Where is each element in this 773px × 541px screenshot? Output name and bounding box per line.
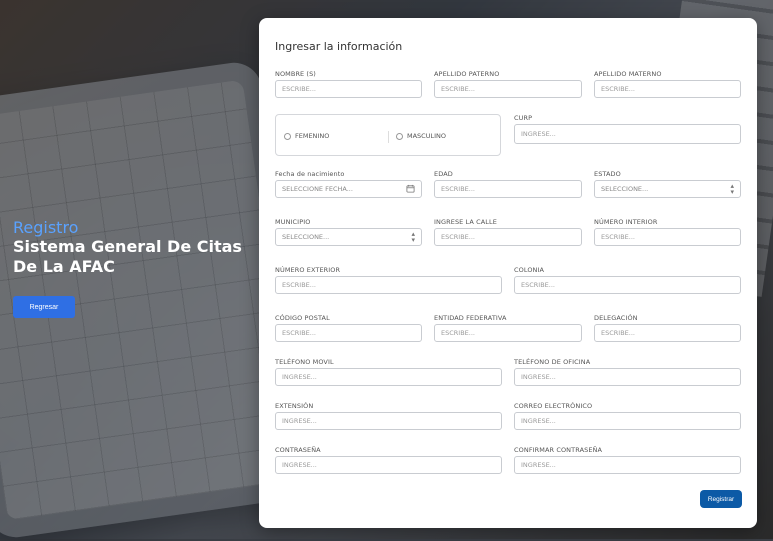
curp-label: CURP [514, 114, 533, 122]
telefono-movil-group: TELÉFONO MOVIL [275, 358, 502, 386]
fecha-nacimiento-group: Fecha de nacimiento SELECCIONE FECHA... [275, 170, 422, 198]
apellido-paterno-input[interactable] [434, 80, 582, 98]
radio-icon[interactable] [284, 132, 291, 140]
entidad-federativa-group: ENTIDAD FEDERATIVA [434, 314, 582, 342]
delegacion-group: DELEGACIÓN [594, 314, 741, 342]
back-button[interactable]: Regresar [13, 296, 75, 318]
confirmar-contrasena-group: CONFIRMAR CONTRASEÑA [514, 446, 741, 474]
confirmar-contrasena-label: CONFIRMAR CONTRASEÑA [514, 446, 603, 454]
numero-interior-input[interactable] [594, 228, 741, 246]
edad-group: EDAD [434, 170, 582, 198]
apellido-paterno-group: APELLIDO PATERNO [434, 70, 582, 98]
gender-male-option[interactable]: MASCULINO [396, 132, 446, 140]
entidad-federativa-input[interactable] [434, 324, 582, 342]
estado-label: ESTADO [594, 170, 621, 178]
form-title: Ingresar la información [275, 40, 403, 53]
fecha-nacimiento-picker[interactable]: SELECCIONE FECHA... [275, 180, 422, 198]
calendar-icon[interactable] [406, 184, 415, 193]
select-arrows-icon: ▴ ▾ [730, 182, 734, 196]
extension-input[interactable] [275, 412, 502, 430]
telefono-movil-input[interactable] [275, 368, 502, 386]
delegacion-input[interactable] [594, 324, 741, 342]
contrasena-input[interactable] [275, 456, 502, 474]
nombre-input[interactable] [275, 80, 422, 98]
municipio-select[interactable]: SELECCIONE... ▴ ▾ [275, 228, 422, 246]
fecha-nacimiento-placeholder: SELECCIONE FECHA... [282, 185, 353, 193]
estado-group: ESTADO SELECCIONE... ▴ ▾ [594, 170, 741, 198]
hero-subtitle: Registro [13, 218, 79, 237]
gender-female-option[interactable]: FEMENINO [284, 132, 329, 140]
colonia-input[interactable] [514, 276, 741, 294]
fecha-nacimiento-label: Fecha de nacimiento [275, 170, 345, 178]
gender-selector: FEMENINO MASCULINO [275, 114, 501, 156]
telefono-movil-label: TELÉFONO MOVIL [275, 358, 334, 366]
numero-exterior-label: NÚMERO EXTERIOR [275, 266, 341, 274]
hero-section: Registro Sistema General De Citas De La … [13, 218, 248, 318]
gender-male-label: MASCULINO [407, 132, 446, 140]
select-arrows-icon: ▴ ▾ [411, 230, 415, 244]
entidad-federativa-label: ENTIDAD FEDERATIVA [434, 314, 507, 322]
nombre-label: NOMBRE (S) [275, 70, 316, 78]
curp-input[interactable] [514, 124, 741, 144]
estado-select[interactable]: SELECCIONE... ▴ ▾ [594, 180, 741, 198]
numero-exterior-input[interactable] [275, 276, 502, 294]
estado-placeholder: SELECCIONE... [601, 185, 649, 193]
calle-group: INGRESE LA CALLE [434, 218, 582, 246]
numero-interior-label: NÚMERO INTERIOR [594, 218, 658, 226]
municipio-group: MUNICIPIO SELECCIONE... ▴ ▾ [275, 218, 422, 246]
codigo-postal-input[interactable] [275, 324, 422, 342]
correo-group: CORREO ELECTRÓNICO [514, 402, 741, 430]
numero-interior-group: NÚMERO INTERIOR [594, 218, 741, 246]
correo-input[interactable] [514, 412, 741, 430]
telefono-oficina-input[interactable] [514, 368, 741, 386]
municipio-label: MUNICIPIO [275, 218, 311, 226]
radio-icon[interactable] [396, 132, 403, 140]
registration-form: Ingresar la información NOMBRE (S) APELL… [259, 18, 757, 528]
gender-divider [388, 131, 389, 143]
apellido-materno-label: APELLIDO MATERNO [594, 70, 662, 78]
codigo-postal-label: CÓDIGO POSTAL [275, 314, 330, 322]
contrasena-label: CONTRASEÑA [275, 446, 321, 454]
extension-label: EXTENSIÓN [275, 402, 314, 410]
register-button[interactable]: Registrar [700, 490, 742, 508]
edad-input[interactable] [434, 180, 582, 198]
codigo-postal-group: CÓDIGO POSTAL [275, 314, 422, 342]
contrasena-group: CONTRASEÑA [275, 446, 502, 474]
calle-label: INGRESE LA CALLE [434, 218, 497, 226]
curp-group: CURP [514, 114, 741, 146]
confirmar-contrasena-input[interactable] [514, 456, 741, 474]
correo-label: CORREO ELECTRÓNICO [514, 402, 593, 410]
colonia-label: COLONIA [514, 266, 545, 274]
delegacion-label: DELEGACIÓN [594, 314, 638, 322]
apellido-materno-input[interactable] [594, 80, 741, 98]
calle-input[interactable] [434, 228, 582, 246]
telefono-oficina-group: TELÉFONO DE OFICINA [514, 358, 741, 386]
municipio-placeholder: SELECCIONE... [282, 233, 330, 241]
colonia-group: COLONIA [514, 266, 741, 294]
apellido-paterno-label: APELLIDO PATERNO [434, 70, 500, 78]
telefono-oficina-label: TELÉFONO DE OFICINA [514, 358, 591, 366]
edad-label: EDAD [434, 170, 453, 178]
nombre-group: NOMBRE (S) [275, 70, 422, 98]
gender-female-label: FEMENINO [295, 132, 330, 140]
hero-title: Sistema General De Citas De La AFAC [13, 237, 242, 276]
numero-exterior-group: NÚMERO EXTERIOR [275, 266, 502, 294]
extension-group: EXTENSIÓN [275, 402, 502, 430]
apellido-materno-group: APELLIDO MATERNO [594, 70, 741, 98]
